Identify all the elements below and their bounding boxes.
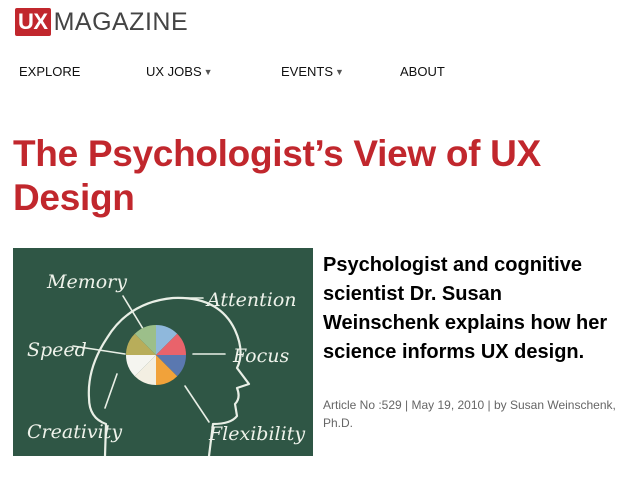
site-logo[interactable]: UX MAGAZINE <box>15 8 188 36</box>
label-attention: Attention <box>205 289 297 311</box>
article-title: The Psychologist’s View of UX Design <box>13 133 541 218</box>
label-creativity: Creativity <box>27 421 122 443</box>
article-hero-image[interactable]: Memory Attention Speed Focus Creativity … <box>13 248 313 458</box>
nav-ux-jobs[interactable]: UX JOBS ▼ <box>146 64 213 79</box>
label-flexibility: Flexibility <box>208 423 305 445</box>
article-meta: Article No :529 | May 19, 2010 | by Susa… <box>323 398 616 430</box>
main-nav: EXPLORE UX JOBS ▼ EVENTS ▼ ABOUT <box>0 64 624 82</box>
chalkboard-brain-illustration: Memory Attention Speed Focus Creativity … <box>13 248 313 458</box>
nav-about[interactable]: ABOUT <box>400 64 445 79</box>
logo-wordmark: MAGAZINE <box>53 7 189 36</box>
label-memory: Memory <box>46 271 127 293</box>
nav-explore[interactable]: EXPLORE <box>19 64 80 79</box>
nav-about-label: ABOUT <box>400 64 445 79</box>
nav-events-label: EVENTS <box>281 64 334 79</box>
label-focus: Focus <box>232 345 289 367</box>
dropdown-caret-icon: ▼ <box>335 66 344 77</box>
article-summary: Psychologist and cognitive scientist Dr.… <box>323 254 608 363</box>
logo-mark: UX <box>15 8 51 36</box>
label-speed: Speed <box>27 339 87 361</box>
nav-events[interactable]: EVENTS ▼ <box>281 64 344 79</box>
nav-explore-label: EXPLORE <box>19 64 81 79</box>
nav-ux-jobs-label: UX JOBS <box>146 64 202 79</box>
dropdown-caret-icon: ▼ <box>203 66 213 77</box>
